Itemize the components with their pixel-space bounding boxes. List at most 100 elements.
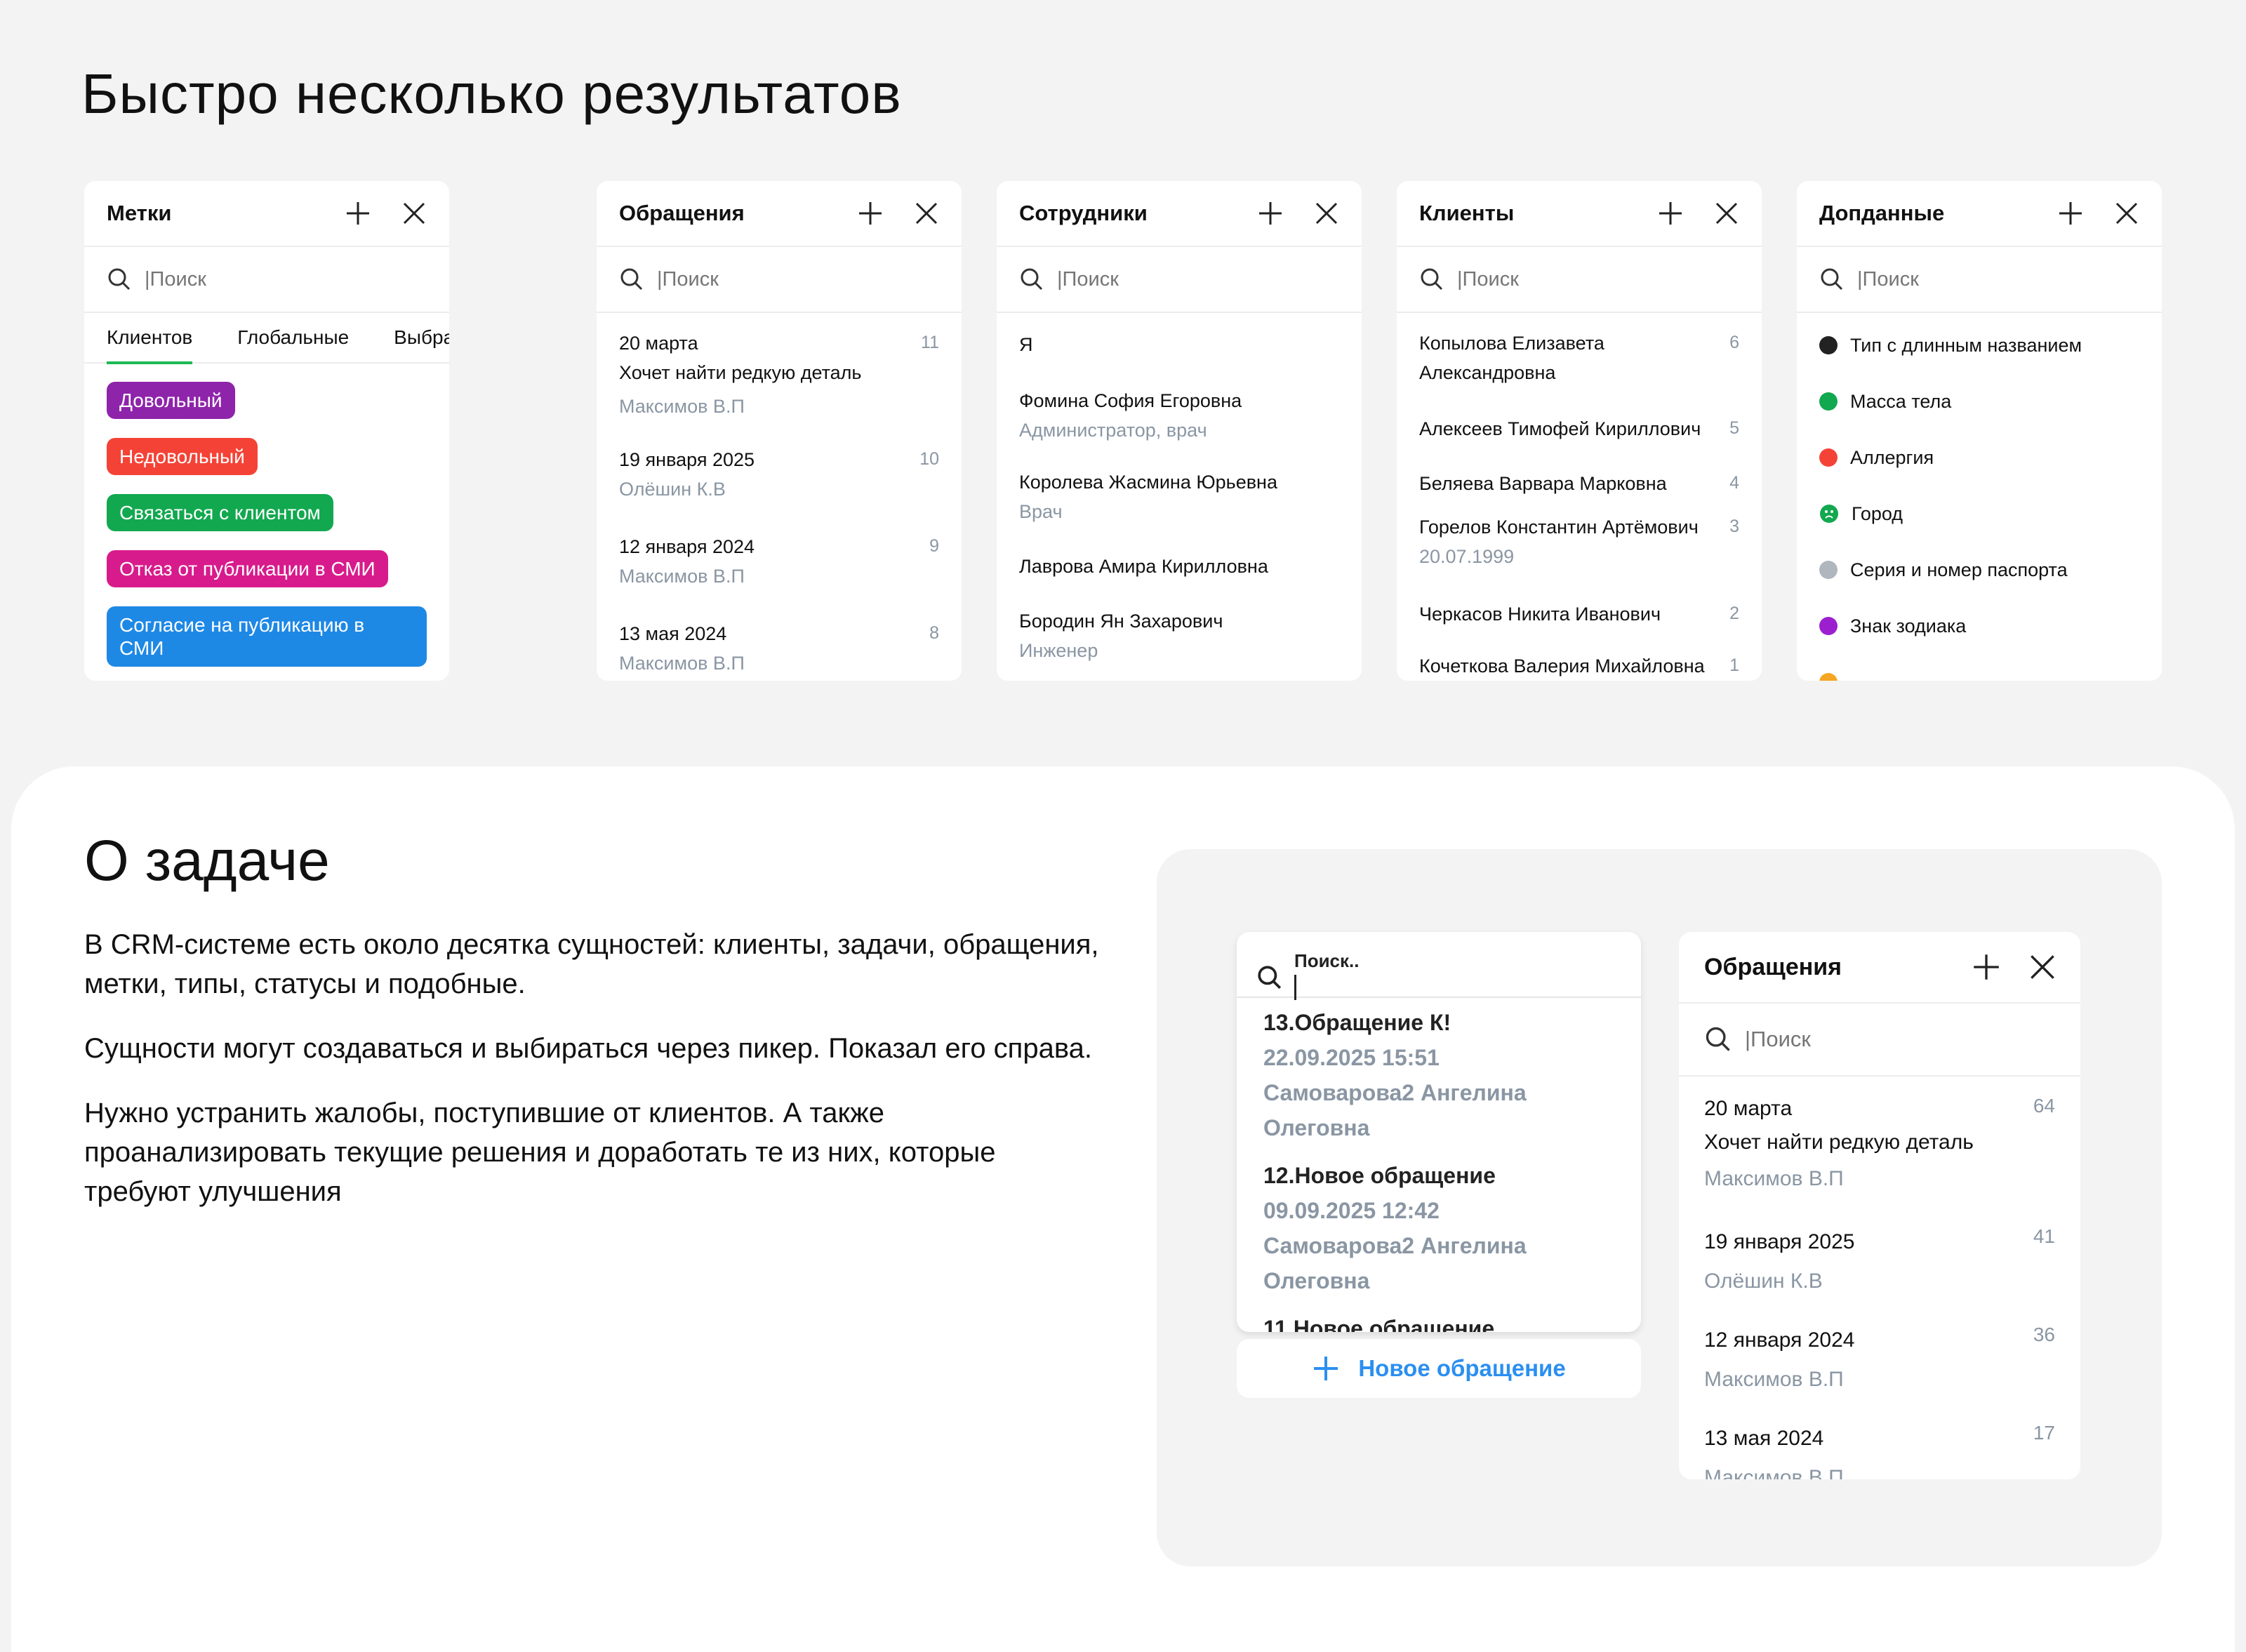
list-item[interactable]: 11 20 марта Хочет найти редкую деталь Ма… bbox=[597, 328, 962, 445]
list-item[interactable]: 4 Беляева Варвара Марковна bbox=[1397, 469, 1762, 512]
list-item[interactable]: Серия и номер паспорта bbox=[1797, 542, 2162, 598]
list-item[interactable]: 13.Обращение К! 22.09.2025 15:51 Самовар… bbox=[1237, 998, 1641, 1145]
add-button[interactable] bbox=[1965, 946, 2007, 988]
list-item[interactable]: 2 Черкасов Никита Иванович bbox=[1397, 599, 1762, 651]
list-item[interactable]: 3 Горелов Константин Артёмович 20.07.199… bbox=[1397, 512, 1762, 599]
item-label: Серия и номер паспорта bbox=[1850, 559, 2068, 580]
search-icon bbox=[1706, 1027, 1730, 1051]
close-button[interactable] bbox=[2106, 192, 2148, 234]
list-item[interactable]: Королева Жасмина Юрьевна Врач bbox=[997, 467, 1362, 552]
item-count: 36 bbox=[2033, 1324, 2055, 1345]
search-input[interactable] bbox=[1057, 267, 1310, 291]
picker-title: Обращения bbox=[1704, 953, 1842, 980]
tag-chip[interactable]: Отказ от публикации в СМИ bbox=[107, 550, 388, 587]
item-count: 3 bbox=[1729, 517, 1739, 536]
search-icon bbox=[620, 268, 643, 291]
item-count: 10 bbox=[919, 449, 939, 469]
tag-chip[interactable]: Недовольный bbox=[107, 438, 258, 475]
page-title: Быстро несколько результатов bbox=[81, 62, 902, 125]
add-button[interactable] bbox=[1649, 192, 1692, 234]
item-author: Максимов В.П bbox=[619, 653, 745, 674]
add-button[interactable] bbox=[1249, 192, 1291, 234]
search-input[interactable] bbox=[1745, 1027, 1998, 1052]
list-item[interactable]: 5 Алексеев Тимофей Кириллович bbox=[1397, 414, 1762, 469]
list-item[interactable]: 41 19 января 2025 Олёшин К.В bbox=[1679, 1223, 2080, 1321]
close-icon bbox=[915, 202, 938, 225]
about-paragraph: Нужно устранить жалобы, поступившие от к… bbox=[84, 1098, 996, 1207]
search-input[interactable] bbox=[145, 267, 397, 291]
list-item[interactable]: Бородин Ян Захарович Инженер bbox=[997, 606, 1362, 677]
tags-picker: Метки Клиентов Глобальные Выбранные Дово… bbox=[84, 181, 449, 681]
list-item[interactable]: Лаврова Амира Кирилловна bbox=[997, 552, 1362, 606]
item-date: 09.09.2025 12:42 bbox=[1263, 1198, 1440, 1223]
close-button[interactable] bbox=[2021, 946, 2064, 988]
list-item[interactable]: Тип с длинным названием bbox=[1797, 317, 2162, 373]
search-icon bbox=[1421, 268, 1443, 291]
search-input[interactable] bbox=[1457, 267, 1710, 291]
text-caret bbox=[1294, 975, 1296, 1000]
about-paragraph: Сущности могут создаваться и выбираться … bbox=[84, 1033, 1092, 1064]
requests-picker: Обращения 11 20 марта Хочет найти редкую… bbox=[597, 181, 962, 681]
add-button[interactable] bbox=[337, 192, 379, 234]
item-author: Самоварова2 Ангелина bbox=[1263, 1080, 1527, 1105]
list-item[interactable] bbox=[1797, 654, 2162, 681]
item-author: Максимов В.П bbox=[619, 566, 745, 587]
search-bar bbox=[597, 247, 962, 313]
list-item[interactable]: 1 Кочеткова Валерия Михайловна bbox=[1397, 651, 1762, 681]
search-input[interactable]: Поиск.. bbox=[1294, 950, 1359, 972]
item-count: 5 bbox=[1729, 418, 1739, 438]
item-title: 12.Новое обращение bbox=[1263, 1163, 1496, 1188]
list-item[interactable]: 12.Новое обращение 09.09.2025 12:42 Само… bbox=[1237, 1145, 1641, 1298]
add-button[interactable] bbox=[849, 192, 891, 234]
color-dot bbox=[1819, 392, 1838, 411]
picker-header: Метки bbox=[84, 181, 449, 247]
plus-icon bbox=[1659, 202, 1682, 225]
plus-icon bbox=[859, 202, 882, 225]
list-item[interactable]: Фомина София Егоровна Администратор, вра… bbox=[997, 386, 1362, 467]
list-item[interactable]: 10 19 января 2025 Олёшин К.В bbox=[597, 445, 962, 532]
picker-header: Сотрудники bbox=[997, 181, 1362, 247]
list-item[interactable]: Знак зодиака bbox=[1797, 598, 2162, 654]
add-button[interactable] bbox=[2049, 192, 2092, 234]
list-item[interactable]: Я bbox=[997, 330, 1362, 386]
picker-header: Клиенты bbox=[1397, 181, 1762, 247]
list-item[interactable]: Город bbox=[1797, 486, 2162, 542]
item-count: 8 bbox=[929, 623, 939, 643]
search-input[interactable] bbox=[657, 267, 910, 291]
list-item[interactable]: 11.Новое обращение bbox=[1237, 1298, 1641, 1332]
close-button[interactable] bbox=[1706, 192, 1748, 234]
close-icon bbox=[1315, 202, 1338, 225]
close-button[interactable] bbox=[1305, 192, 1348, 234]
search-bar bbox=[84, 247, 449, 313]
tag-chip[interactable]: Довольный bbox=[107, 382, 235, 419]
list-item[interactable]: 36 12 января 2024 Максимов В.П bbox=[1679, 1321, 2080, 1419]
tab-selected[interactable]: Выбранные bbox=[394, 312, 449, 363]
picker-title: Метки bbox=[107, 201, 172, 225]
clients-picker: Клиенты 6 Копылова Елизавета Александров… bbox=[1397, 181, 1762, 681]
tag-chip[interactable]: Согласие на публикацию в СМИ bbox=[107, 606, 427, 667]
tag-chip[interactable]: Связаться с клиентом bbox=[107, 494, 333, 531]
item-date: 22.09.2025 15:51 bbox=[1263, 1045, 1440, 1070]
item-count: 9 bbox=[929, 536, 939, 556]
picker-header: Обращения bbox=[597, 181, 962, 247]
new-request-button[interactable]: Новое обращение bbox=[1237, 1339, 1641, 1398]
item-name: Горелов Константин Артёмович bbox=[1419, 517, 1699, 538]
list-item[interactable]: 64 20 марта Хочет найти редкую деталь Ма… bbox=[1679, 1092, 2080, 1223]
picker-title: Обращения bbox=[619, 201, 745, 225]
list-item[interactable]: 8 13 мая 2024 Максимов В.П bbox=[597, 619, 962, 681]
item-role: Врач bbox=[1019, 501, 1063, 522]
list-item[interactable]: Аллергия bbox=[1797, 429, 2162, 486]
close-icon bbox=[1715, 202, 1738, 225]
list-item[interactable]: 17 13 мая 2024 Максимов В.П bbox=[1679, 1419, 2080, 1479]
list-item[interactable]: 6 Копылова Елизавета Александровна bbox=[1397, 328, 1762, 414]
item-label: Тип с длинным названием bbox=[1850, 334, 2082, 356]
tab-clients[interactable]: Клиентов bbox=[107, 312, 193, 364]
list-item[interactable]: Масса тела bbox=[1797, 373, 2162, 429]
search-input[interactable] bbox=[1857, 267, 2110, 291]
color-dot bbox=[1819, 561, 1838, 579]
item-label: Город bbox=[1852, 502, 1903, 524]
list-item[interactable]: 9 12 января 2024 Максимов В.П bbox=[597, 532, 962, 619]
close-button[interactable] bbox=[905, 192, 948, 234]
close-button[interactable] bbox=[393, 192, 435, 234]
tab-global[interactable]: Глобальные bbox=[237, 312, 349, 363]
